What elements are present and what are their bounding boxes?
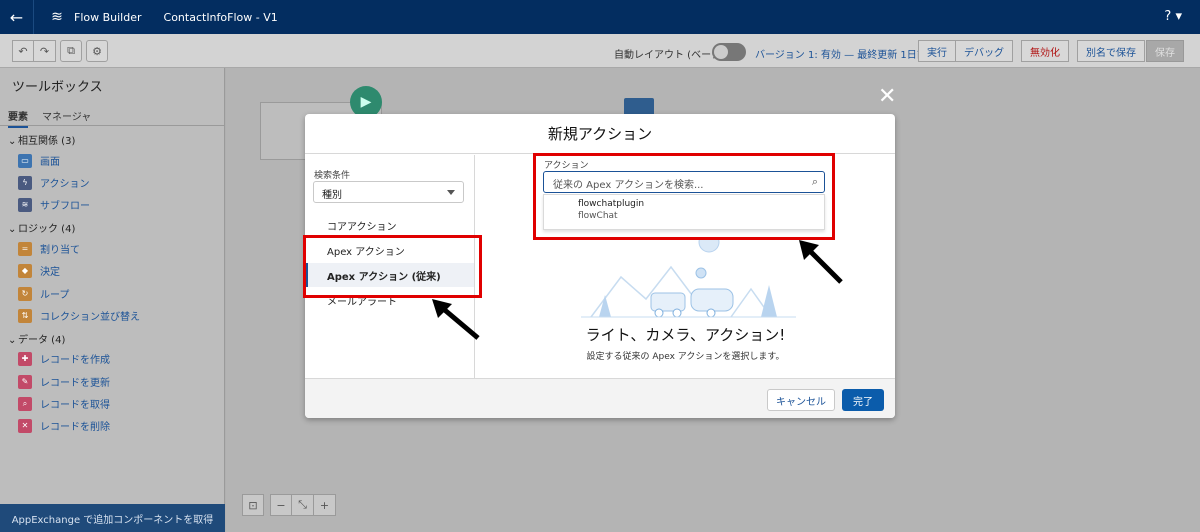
fit-view-icon[interactable]: ⤡ xyxy=(292,494,314,516)
item-label: 画面 xyxy=(40,157,60,168)
save-group: 別名で保存 xyxy=(1077,40,1145,62)
create-record-icon: ✚ xyxy=(18,351,32,366)
item-label: 割り当て xyxy=(40,245,80,256)
delete-record-icon: ✕ xyxy=(18,418,32,433)
pan-icon[interactable]: ⊡ xyxy=(242,494,264,516)
cancel-button[interactable]: キャンセル xyxy=(767,389,835,411)
tab-elements[interactable]: 要素 xyxy=(8,108,28,128)
deactivate-group: 無効化 xyxy=(1021,40,1069,62)
done-button[interactable]: 完了 xyxy=(842,389,884,411)
appexchange-link[interactable]: AppExchange で追加コンポーネントを取得 xyxy=(0,504,225,532)
highlight-box-category xyxy=(303,235,482,298)
lightning-icon: ϟ xyxy=(18,175,32,190)
help-label: ? xyxy=(1164,9,1172,24)
toolbox-panel: ツールボックス 要素 マネージャ ⌄ 相互関係 (3) ▭ 画面 ϟ アクション ≋ サ… xyxy=(0,68,225,532)
modal-close-icon[interactable]: ✕ xyxy=(878,86,896,108)
top-bar: ← ≋ Flow Builder ContactInfoFlow - V1 ? … xyxy=(0,0,1200,34)
item-subflow[interactable]: ≋ サブフロー xyxy=(18,197,90,212)
section-label: データ (4) xyxy=(18,335,66,346)
filter-value: 種別 xyxy=(322,190,342,201)
save-button[interactable]: 保存 xyxy=(1146,40,1184,62)
save-group-2: 保存 xyxy=(1146,40,1184,62)
item-label: レコードを削除 xyxy=(40,422,110,433)
redo-icon[interactable]: ↷ xyxy=(34,40,56,62)
item-label: レコードを更新 xyxy=(40,378,110,389)
auto-layout-label: 自動レイアウト (ベータ) xyxy=(614,50,725,61)
modal-footer: キャンセル 完了 xyxy=(305,378,895,418)
chevron-down-icon xyxy=(447,190,455,195)
item-action[interactable]: ϟ アクション xyxy=(18,175,90,190)
sort-icon: ⇅ xyxy=(18,308,32,323)
version-status: バージョン 1: 有効 — 最終更新 1日前 xyxy=(755,50,927,61)
item-label: 決定 xyxy=(40,267,60,278)
filter-label: 検索条件 xyxy=(314,171,351,181)
zoom-controls: ⊡ − ⤡ + xyxy=(242,494,336,516)
section-data[interactable]: ⌄ データ (4) xyxy=(8,331,65,346)
item-label: ループ xyxy=(40,290,70,301)
item-delete-records[interactable]: ✕ レコードを削除 xyxy=(18,418,110,433)
screen-icon: ▭ xyxy=(18,153,32,168)
chevron-down-icon: ⌄ xyxy=(8,224,17,235)
item-update-record[interactable]: ✎ レコードを更新 xyxy=(18,374,110,389)
loop-icon: ↻ xyxy=(18,286,32,301)
hero-subtext: 設定する従来の Apex アクションを選択します。 xyxy=(586,352,785,362)
subflow-icon: ≋ xyxy=(18,197,32,212)
run-button[interactable]: 実行 xyxy=(918,40,956,62)
item-decision[interactable]: ◆ 決定 xyxy=(18,263,60,278)
flow-builder-logo-icon: ≋ xyxy=(51,9,63,25)
assignment-icon: = xyxy=(18,241,32,256)
item-label: アクション xyxy=(40,179,90,190)
deactivate-button[interactable]: 無効化 xyxy=(1021,40,1069,62)
toolbox-title: ツールボックス xyxy=(12,80,103,95)
filter-type-select[interactable]: 種別 xyxy=(313,181,464,203)
auto-layout-toggle[interactable] xyxy=(712,43,746,61)
back-arrow-icon[interactable]: ← xyxy=(0,0,34,34)
run-debug-group: 実行 デバッグ xyxy=(918,40,1013,62)
help-icon[interactable]: ? ▾ xyxy=(1164,9,1182,24)
zoom-out-icon[interactable]: − xyxy=(270,494,292,516)
highlight-box-search xyxy=(533,153,835,240)
section-logic[interactable]: ⌄ ロジック (4) xyxy=(8,220,75,235)
item-assignment[interactable]: = 割り当て xyxy=(18,241,80,256)
item-create-record[interactable]: ✚ レコードを作成 xyxy=(18,351,110,366)
hero-text: ライト、カメラ、アクション! xyxy=(585,326,786,344)
save-as-button[interactable]: 別名で保存 xyxy=(1077,40,1145,62)
flow-name: ContactInfoFlow - V1 xyxy=(163,10,278,24)
modal-title: 新規アクション xyxy=(305,114,895,154)
copy-icon[interactable]: ⧉ xyxy=(60,40,82,62)
chevron-down-icon: ⌄ xyxy=(8,136,17,147)
item-collection-sort[interactable]: ⇅ コレクション並び替え xyxy=(18,308,140,323)
item-label: レコードを取得 xyxy=(40,400,110,411)
item-label: コレクション並び替え xyxy=(40,312,140,323)
camping-illustration xyxy=(581,237,796,318)
debug-button[interactable]: デバッグ xyxy=(956,40,1013,62)
undo-icon[interactable]: ↶ xyxy=(12,40,34,62)
item-label: サブフロー xyxy=(40,201,90,212)
get-records-icon: ⌕ xyxy=(18,396,32,411)
app-name: Flow Builder xyxy=(74,10,142,24)
item-screen[interactable]: ▭ 画面 xyxy=(18,153,60,168)
toolbox-tabs: 要素 マネージャ xyxy=(0,104,225,128)
item-label: レコードを作成 xyxy=(40,355,110,366)
settings-gear-icon[interactable]: ⚙ xyxy=(86,40,108,62)
annotation-arrow-left xyxy=(432,299,480,340)
section-label: 相互関係 (3) xyxy=(18,136,76,147)
decision-icon: ◆ xyxy=(18,263,32,278)
zoom-in-icon[interactable]: + xyxy=(314,494,336,516)
item-get-records[interactable]: ⌕ レコードを取得 xyxy=(18,396,110,411)
update-record-icon: ✎ xyxy=(18,374,32,389)
annotation-arrow-right xyxy=(799,240,843,284)
undo-redo-group: ↶ ↷ xyxy=(12,40,56,62)
section-interaction[interactable]: ⌄ 相互関係 (3) xyxy=(8,132,75,147)
tab-manager[interactable]: マネージャ xyxy=(42,108,91,123)
chevron-down-icon: ⌄ xyxy=(8,335,17,346)
item-loop[interactable]: ↻ ループ xyxy=(18,286,69,301)
section-label: ロジック (4) xyxy=(18,224,76,235)
toolbar: ↶ ↷ ⧉ ⚙ 自動レイアウト (ベータ) バージョン 1: 有効 — 最終更新… xyxy=(0,34,1200,68)
category-core-action[interactable]: コアアクション xyxy=(305,213,474,237)
